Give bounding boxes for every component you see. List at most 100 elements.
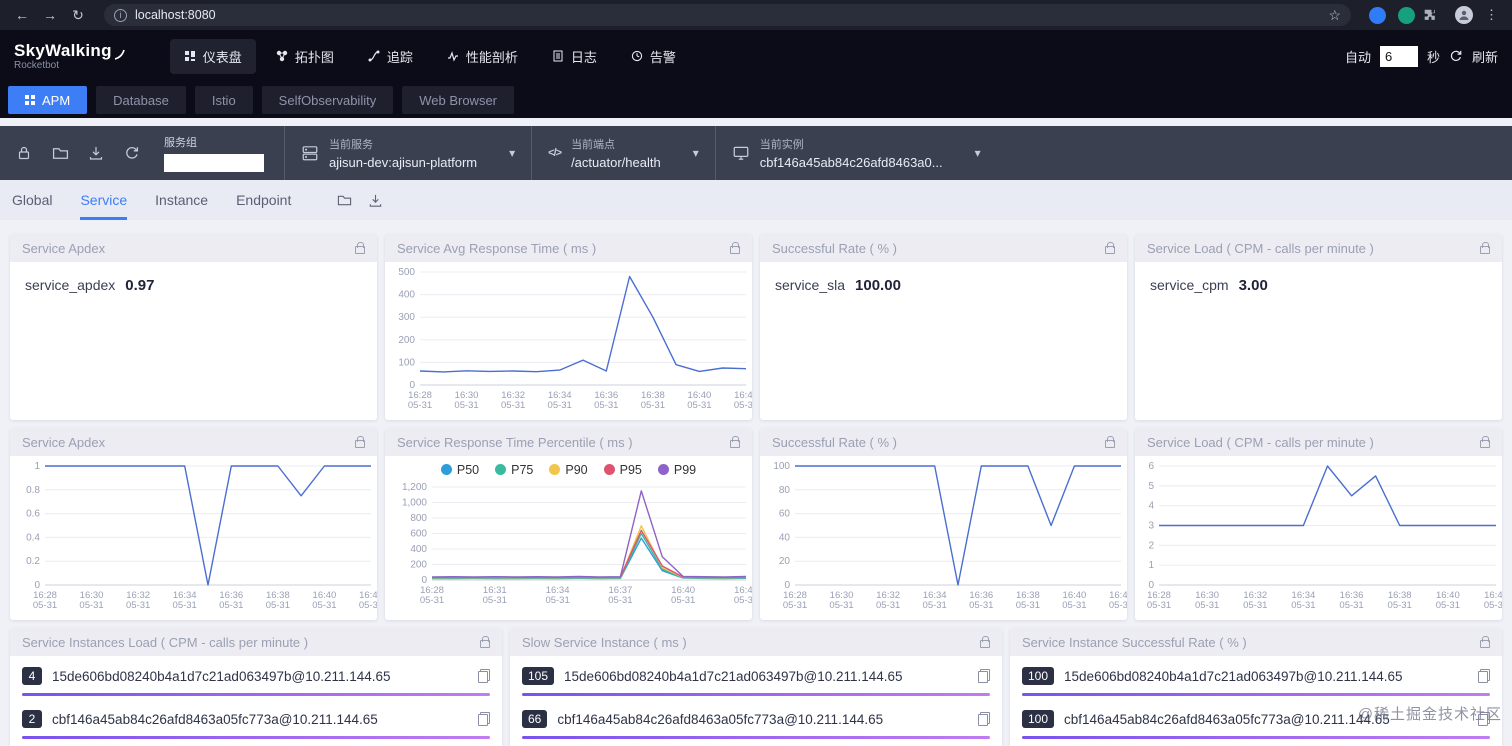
browser-chrome: ← → ↻ i localhost:8080 ☆ ⋮ bbox=[0, 0, 1512, 30]
selector-toolbar: 服务组 当前服务 ajisun-dev:ajisun-platform ▾ </… bbox=[0, 126, 1512, 180]
service-group-input[interactable] bbox=[164, 154, 264, 172]
lock-icon[interactable] bbox=[730, 436, 740, 448]
lock-icon[interactable] bbox=[1480, 242, 1490, 254]
svg-text:05-31: 05-31 bbox=[734, 595, 752, 606]
card-title: Service Apdex bbox=[22, 434, 106, 450]
card-instance-successful-rate: Service Instance Successful Rate ( % ) 1… bbox=[1010, 628, 1502, 746]
svg-text:05-31: 05-31 bbox=[641, 400, 665, 411]
value-bar bbox=[522, 736, 990, 739]
percentile-legend[interactable]: P50 P75 P90 P95 P99 bbox=[385, 456, 752, 477]
current-endpoint-selector[interactable]: </> 当前端点 /actuator/health ▾ bbox=[531, 126, 715, 180]
nav-alarm[interactable]: 告警 bbox=[617, 39, 690, 74]
nav-label: 性能剖析 bbox=[465, 49, 518, 65]
svg-text:4: 4 bbox=[1148, 501, 1154, 512]
tab-instance[interactable]: Instance bbox=[155, 180, 208, 220]
profile-avatar[interactable] bbox=[1455, 6, 1473, 24]
nav-log[interactable]: 日志 bbox=[538, 39, 611, 74]
instance-row[interactable]: 4 15de606bd08240b4a1d7c21ad063497b@10.21… bbox=[10, 656, 502, 691]
puzzle-extension-icon[interactable] bbox=[1423, 8, 1447, 23]
download-icon[interactable] bbox=[368, 193, 383, 208]
legend-item[interactable]: P95 bbox=[603, 463, 642, 477]
value-badge: 100 bbox=[1022, 667, 1055, 685]
sync-icon[interactable] bbox=[114, 126, 150, 180]
copy-icon[interactable] bbox=[978, 712, 990, 726]
nav-profile[interactable]: 性能剖析 bbox=[433, 39, 532, 74]
refresh-label[interactable]: 刷新 bbox=[1472, 47, 1498, 66]
successful-rate-chart: 0 20 40 60 80 100 16:28 05-31 16:30 05-31 16:32 05-… bbox=[760, 456, 1127, 614]
svg-text:05-31: 05-31 bbox=[594, 400, 618, 411]
legend-item[interactable]: P90 bbox=[549, 463, 588, 477]
lock-icon[interactable] bbox=[480, 636, 490, 648]
lock-icon[interactable] bbox=[1480, 436, 1490, 448]
lock-edit-icon[interactable] bbox=[6, 126, 42, 180]
value-bar bbox=[1022, 736, 1490, 739]
legend-item[interactable]: P50 bbox=[440, 463, 479, 477]
lock-icon[interactable] bbox=[355, 242, 365, 254]
reload-icon[interactable]: ↻ bbox=[66, 7, 90, 24]
folder-icon[interactable] bbox=[42, 126, 78, 180]
tab-service[interactable]: Service bbox=[80, 180, 128, 220]
current-endpoint-label: 当前端点 bbox=[571, 139, 616, 151]
metric-label: service_apdex bbox=[25, 277, 116, 293]
download-icon[interactable] bbox=[78, 126, 114, 180]
card-title: Service Instance Successful Rate ( % ) bbox=[1022, 634, 1247, 650]
copy-icon[interactable] bbox=[478, 669, 490, 683]
nav-topology[interactable]: 拓扑图 bbox=[262, 39, 348, 74]
tab-apm[interactable]: APM bbox=[8, 86, 88, 114]
lock-icon[interactable] bbox=[1480, 636, 1490, 648]
svg-text:05-31: 05-31 bbox=[33, 600, 57, 611]
skywalking-logo[interactable]: SkyWalking Rocketbot bbox=[14, 41, 126, 71]
lock-icon[interactable] bbox=[1105, 242, 1115, 254]
back-icon[interactable]: ← bbox=[10, 7, 34, 23]
nav-trace[interactable]: 追踪 bbox=[354, 39, 427, 74]
tab-selfobservability[interactable]: SelfObservability bbox=[261, 86, 394, 114]
svg-text:1: 1 bbox=[1148, 560, 1154, 571]
address-bar[interactable]: i localhost:8080 ☆ bbox=[104, 4, 1351, 26]
lock-icon[interactable] bbox=[980, 636, 990, 648]
folder-icon[interactable] bbox=[337, 193, 352, 208]
current-instance-selector[interactable]: 当前实例 cbf146a45ab84c26afd8463a0... ▾ bbox=[714, 126, 997, 180]
tab-endpoint[interactable]: Endpoint bbox=[236, 180, 291, 220]
legend-item[interactable]: P99 bbox=[657, 463, 696, 477]
tab-database[interactable]: Database bbox=[96, 86, 186, 114]
tab-web-browser[interactable]: Web Browser bbox=[402, 86, 515, 114]
copy-icon[interactable] bbox=[978, 669, 990, 683]
extension-blue-icon[interactable] bbox=[1369, 6, 1386, 24]
extension-teal-icon[interactable] bbox=[1398, 6, 1415, 24]
metric-label: service_cpm bbox=[1150, 277, 1229, 293]
topology-icon bbox=[276, 50, 288, 62]
svg-text:05-31: 05-31 bbox=[1016, 600, 1040, 611]
copy-icon[interactable] bbox=[478, 712, 490, 726]
svg-text:05-31: 05-31 bbox=[1436, 600, 1460, 611]
svg-text:05-31: 05-31 bbox=[173, 600, 197, 611]
svg-text:05-31: 05-31 bbox=[1243, 600, 1267, 611]
instance-row[interactable]: 2 cbf146a45ab84c26afd8463a05fc773a@10.21… bbox=[10, 699, 502, 734]
lock-icon[interactable] bbox=[730, 242, 740, 254]
tab-label: Database bbox=[113, 92, 169, 108]
tab-global[interactable]: Global bbox=[12, 180, 52, 220]
info-icon[interactable]: i bbox=[114, 8, 127, 22]
svg-text:05-31: 05-31 bbox=[923, 600, 947, 611]
auto-refresh-interval-input[interactable] bbox=[1379, 45, 1418, 67]
instance-row[interactable]: 105 15de606bd08240b4a1d7c21ad063497b@10.… bbox=[510, 656, 1002, 691]
forward-icon[interactable]: → bbox=[38, 7, 62, 23]
instance-row[interactable]: 66 cbf146a45ab84c26afd8463a05fc773a@10.2… bbox=[510, 699, 1002, 734]
legend-item[interactable]: P75 bbox=[495, 463, 533, 477]
subtab-label: Global bbox=[12, 192, 53, 208]
copy-icon[interactable] bbox=[1478, 669, 1490, 683]
tab-istio[interactable]: Istio bbox=[194, 86, 253, 114]
lock-icon[interactable] bbox=[355, 436, 365, 448]
lock-icon[interactable] bbox=[1105, 436, 1115, 448]
service-group-label: 服务组 bbox=[164, 137, 197, 149]
refresh-icon[interactable] bbox=[1449, 49, 1463, 63]
browser-menu-icon[interactable]: ⋮ bbox=[1481, 7, 1502, 23]
current-service-selector[interactable]: 当前服务 ajisun-dev:ajisun-platform ▾ bbox=[284, 126, 531, 180]
svg-text:200: 200 bbox=[410, 560, 427, 571]
svg-text:2: 2 bbox=[1148, 540, 1154, 551]
nav-dashboard[interactable]: 仪表盘 bbox=[169, 38, 256, 74]
bookmark-star-icon[interactable]: ☆ bbox=[1328, 7, 1341, 24]
value-bar bbox=[22, 693, 490, 696]
instance-row[interactable]: 100 15de606bd08240b4a1d7c21ad063497b@10.… bbox=[1010, 656, 1502, 691]
card-service-apdex-chart: Service Apdex 0 0.2 0.4 0.6 0.8 1 16:28 05-31 16… bbox=[10, 428, 377, 620]
card-instances-load: Service Instances Load ( CPM - calls per… bbox=[10, 628, 502, 746]
